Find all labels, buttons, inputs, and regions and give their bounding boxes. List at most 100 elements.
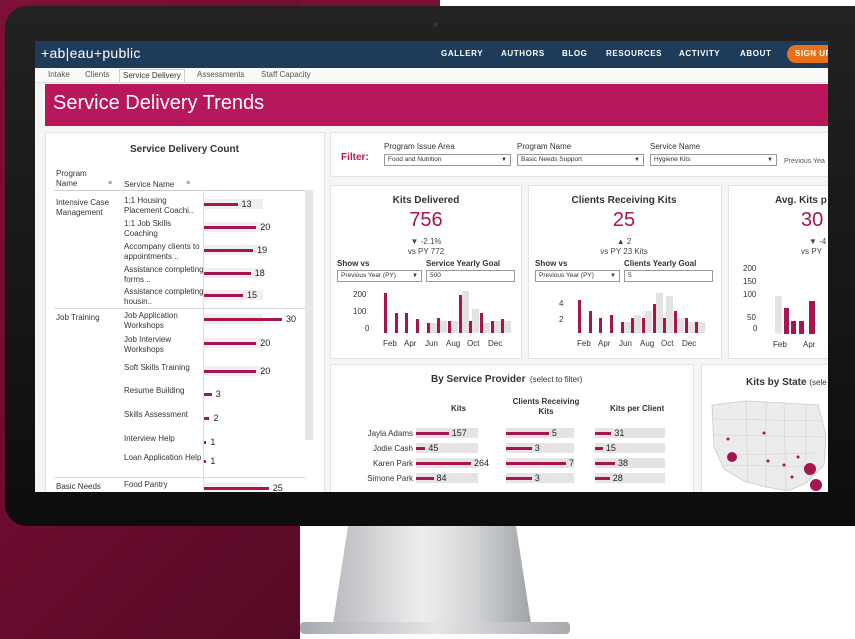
tab-service-delivery[interactable]: Service Delivery <box>119 69 185 82</box>
service-name[interactable]: Assistance completing housin.. <box>124 287 204 307</box>
nav-resources[interactable]: RESOURCES <box>606 49 662 58</box>
provider-name[interactable]: Jodie Cash <box>341 444 413 454</box>
filter-program-name-select[interactable]: Basic Needs Support ▼ <box>517 154 644 166</box>
tableau-public-logo[interactable]: +ab|eau+public <box>41 45 141 61</box>
current-bar[interactable] <box>426 323 430 333</box>
py-bar[interactable] <box>472 309 480 333</box>
current-bar[interactable] <box>469 321 473 333</box>
service-name[interactable]: Assistance completing forms .. <box>124 265 204 285</box>
provider-bar[interactable] <box>595 462 615 465</box>
service-name[interactable]: Resume Building <box>124 386 204 396</box>
tab-staff-capacity[interactable]: Staff Capacity <box>258 69 314 81</box>
scrollbar[interactable] <box>305 190 313 440</box>
py-bar[interactable] <box>429 323 437 333</box>
provider-bar[interactable] <box>506 432 549 435</box>
nav-about[interactable]: ABOUT <box>740 49 771 58</box>
current-bar[interactable] <box>620 322 624 333</box>
service-name[interactable]: Soft Skills Training <box>124 363 204 373</box>
col-service-name[interactable]: Service Name <box>124 180 174 190</box>
service-bar[interactable] <box>204 294 243 297</box>
current-bar[interactable] <box>631 318 635 333</box>
filter-program-issue-area-select[interactable]: Food and Nutrition ▼ <box>384 154 511 166</box>
state-bubble[interactable] <box>766 459 770 463</box>
provider-bar[interactable] <box>595 432 612 435</box>
service-bar[interactable] <box>204 460 207 463</box>
current-bar[interactable] <box>610 314 613 333</box>
py-bar[interactable] <box>623 322 631 333</box>
service-bar[interactable] <box>204 272 251 275</box>
provider-bar[interactable] <box>595 447 603 450</box>
state-bubble[interactable] <box>727 452 737 462</box>
goal-input[interactable]: 500 <box>426 270 515 282</box>
service-name[interactable]: Skills Assessment <box>124 410 204 420</box>
py-bar[interactable] <box>666 296 674 333</box>
provider-bar[interactable] <box>416 432 449 435</box>
tab-clients[interactable]: Clients <box>82 69 112 81</box>
py-bar[interactable] <box>677 318 684 333</box>
show-vs-select[interactable]: Previous Year (PY) ▼ <box>337 270 422 282</box>
service-name[interactable]: Food Pantry <box>124 480 204 490</box>
state-bubble[interactable] <box>796 455 800 459</box>
us-map[interactable] <box>706 395 828 491</box>
py-bar[interactable] <box>698 322 706 333</box>
sort-program-icon[interactable]: ≡ <box>108 179 112 189</box>
provider-bar[interactable] <box>506 447 532 450</box>
provider-bar[interactable] <box>506 462 566 465</box>
py-bar[interactable] <box>645 311 652 333</box>
py-bar[interactable] <box>493 321 501 333</box>
service-bar[interactable] <box>204 249 254 252</box>
provider-name[interactable]: Karen Park <box>341 459 413 469</box>
current-bar[interactable] <box>480 313 483 333</box>
col-clients-receiving-kits[interactable]: Clients Receiving Kits <box>511 397 581 417</box>
tab-intake[interactable]: Intake <box>45 69 73 81</box>
current-bar[interactable] <box>437 318 441 333</box>
service-name[interactable]: Accompany clients to appointments .. <box>124 242 204 262</box>
py-bar[interactable] <box>687 322 695 333</box>
current-bar[interactable] <box>405 313 409 333</box>
provider-bar[interactable] <box>416 447 426 450</box>
provider-bar[interactable] <box>506 477 532 480</box>
state-bubble[interactable] <box>782 463 786 467</box>
current-bar[interactable] <box>642 318 645 333</box>
sort-service-icon[interactable]: ≡ <box>186 179 190 189</box>
service-bar[interactable] <box>204 203 238 206</box>
sign-up-button[interactable]: SIGN UP <box>787 45 828 63</box>
current-bar[interactable] <box>652 303 656 333</box>
py-bar[interactable] <box>440 321 448 333</box>
current-bar[interactable] <box>501 319 505 333</box>
show-vs-select[interactable]: Previous Year (PY) ▼ <box>535 270 620 282</box>
service-name[interactable]: Job Interview Workshops <box>124 335 204 355</box>
current-bar[interactable] <box>663 318 667 333</box>
state-bubble[interactable] <box>804 463 816 475</box>
provider-bar[interactable] <box>595 477 610 480</box>
service-bar[interactable] <box>204 417 210 420</box>
provider-bar[interactable] <box>416 477 434 480</box>
state-bubble[interactable] <box>810 479 822 491</box>
current-bar[interactable] <box>384 293 387 333</box>
col-program-name[interactable]: Program Name <box>56 169 101 189</box>
current-bar[interactable] <box>578 300 581 333</box>
state-bubble[interactable] <box>790 475 794 479</box>
py-bar[interactable] <box>504 321 512 333</box>
py-bar[interactable] <box>451 321 458 333</box>
service-bar[interactable] <box>204 441 207 444</box>
service-bar[interactable] <box>204 226 257 229</box>
current-bar[interactable] <box>599 318 603 333</box>
current-bar[interactable] <box>695 322 699 333</box>
current-bar[interactable] <box>490 321 494 333</box>
state-bubble[interactable] <box>762 431 766 435</box>
goal-input[interactable]: 5 <box>624 270 713 282</box>
service-bar[interactable] <box>204 370 257 373</box>
col-kits-per-client[interactable]: Kits per Client <box>610 404 664 414</box>
service-name[interactable]: Interview Help <box>124 434 204 444</box>
current-bar[interactable] <box>458 295 462 333</box>
nav-activity[interactable]: ACTIVITY <box>679 49 720 58</box>
current-bar[interactable] <box>416 319 419 333</box>
service-bar[interactable] <box>204 393 212 396</box>
service-name[interactable]: Loan Application Help <box>124 453 204 463</box>
service-bar[interactable] <box>204 318 282 321</box>
col-kits[interactable]: Kits <box>451 404 466 414</box>
service-name[interactable]: 1:1 Housing Placement Coachi.. <box>124 196 204 216</box>
py-bar[interactable] <box>655 292 663 333</box>
service-bar[interactable] <box>204 342 257 345</box>
